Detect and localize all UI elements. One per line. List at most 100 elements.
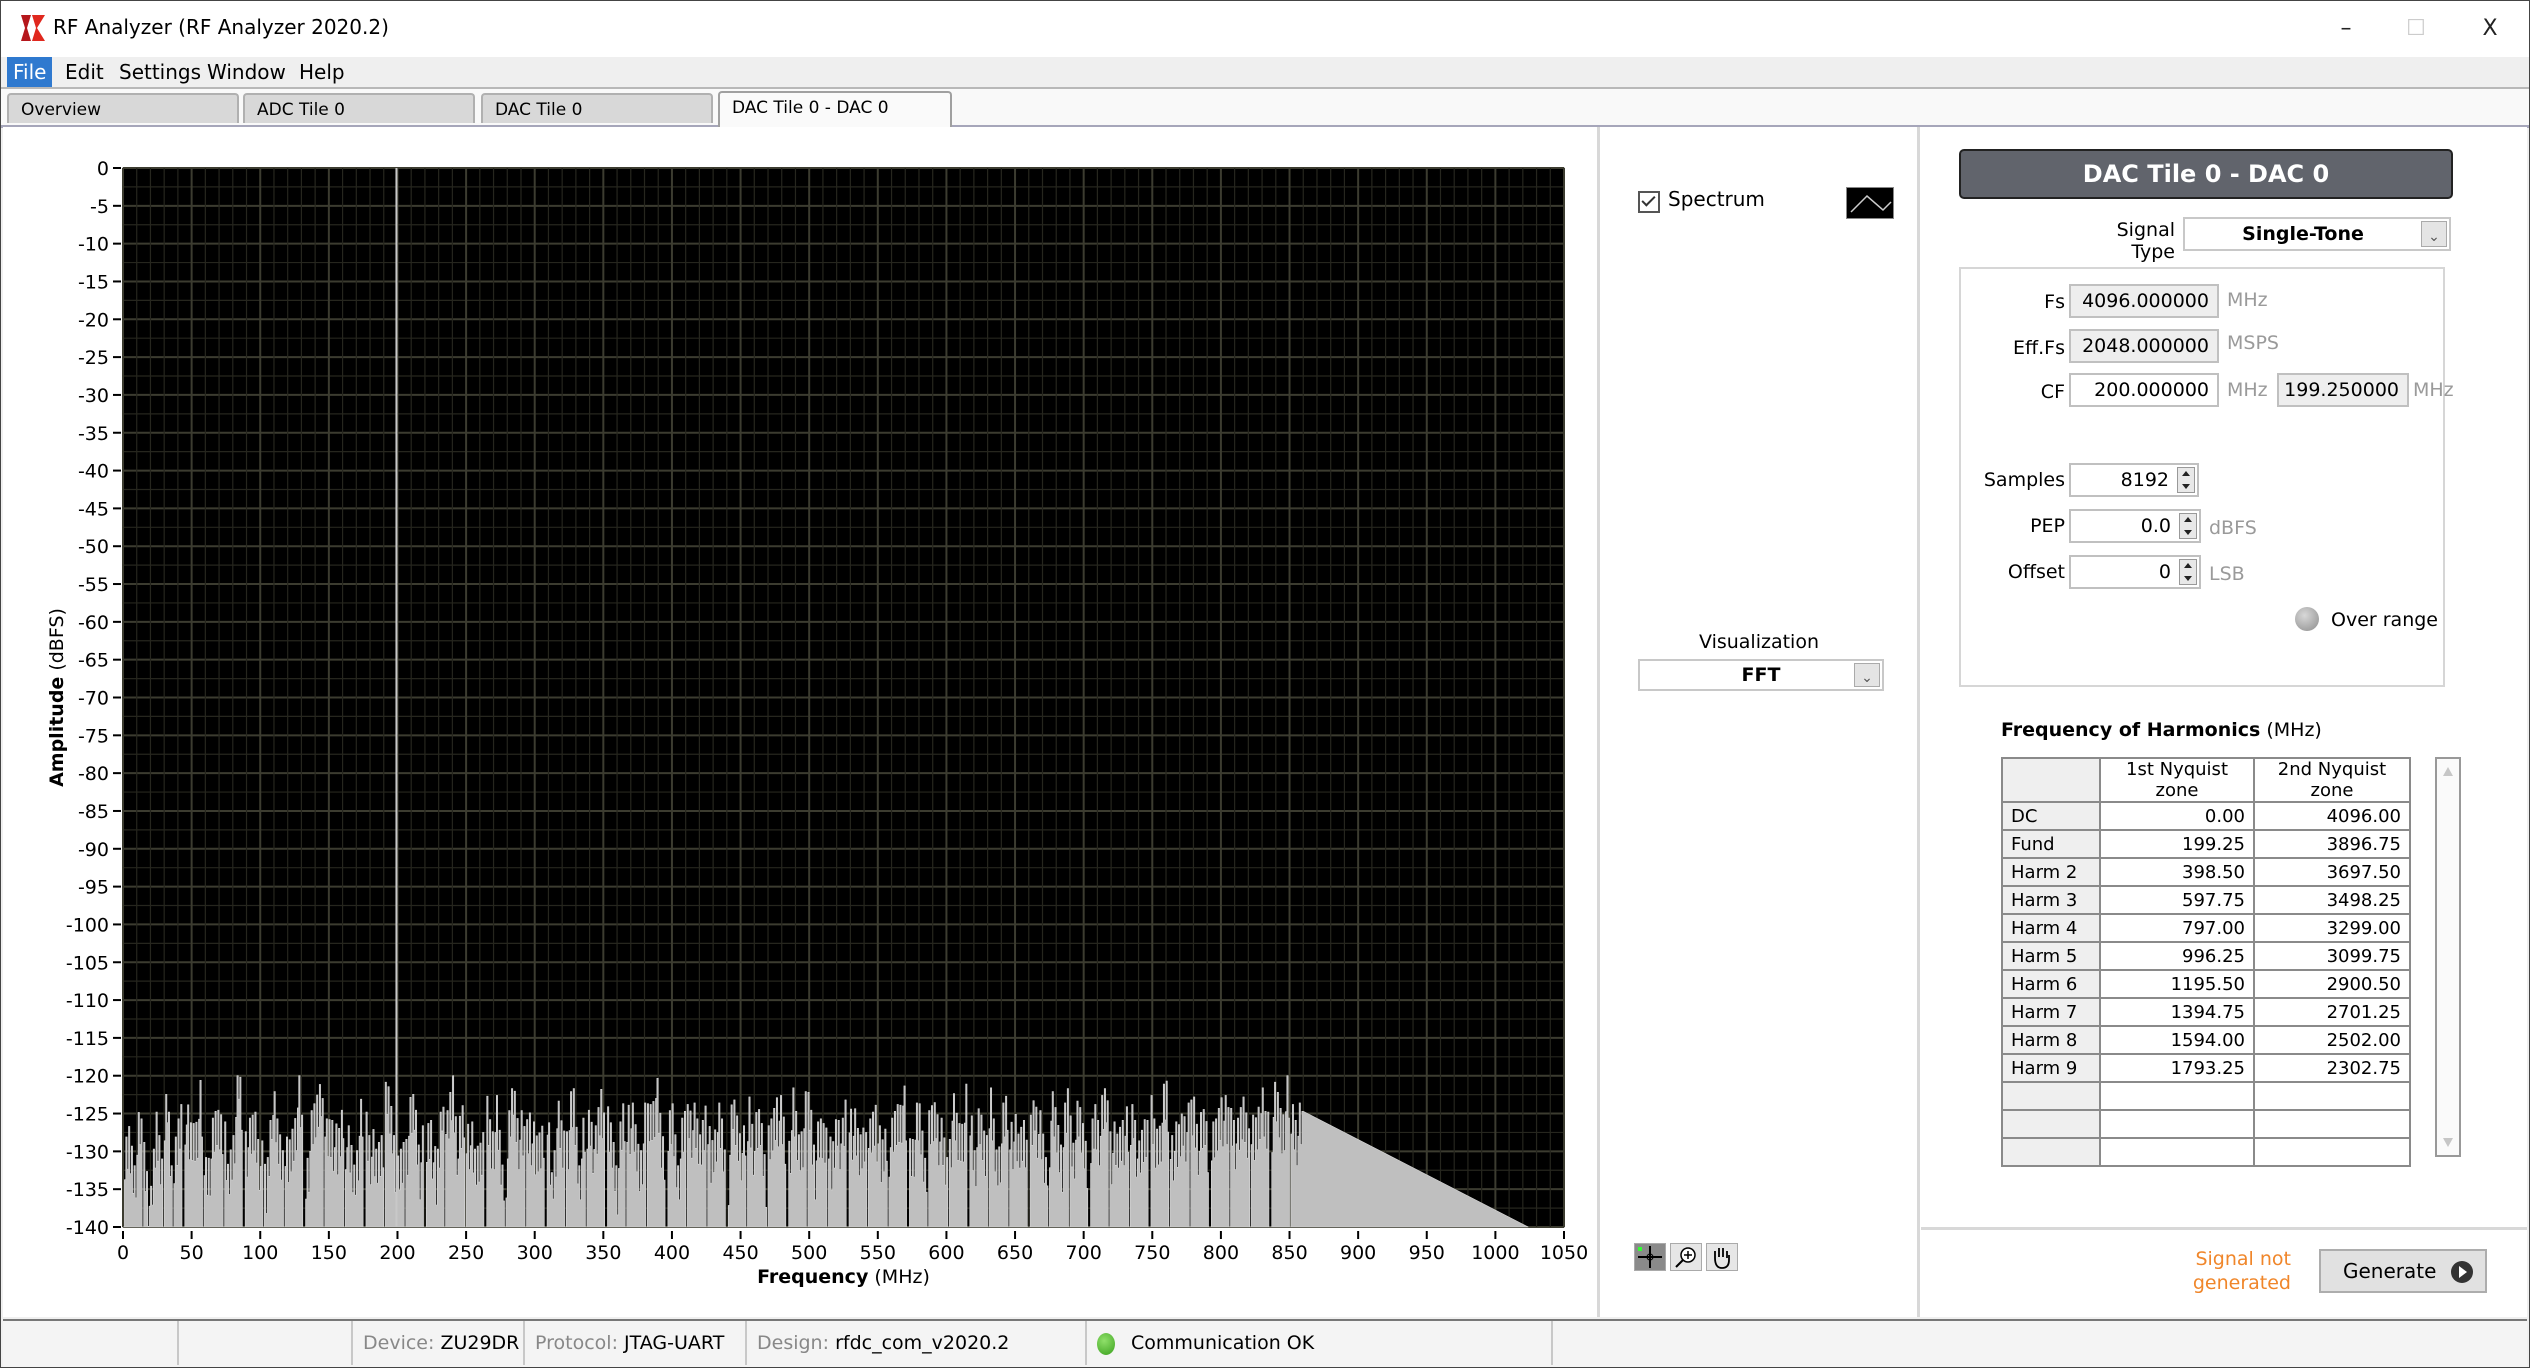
harmonics-scrollbar[interactable] [2435,757,2461,1157]
nyquist-2-value [2253,1109,2411,1139]
spectrum-legend-swatch[interactable] [1846,187,1894,219]
harmonics-column-header: 1st Nyquist zone [2099,757,2255,803]
x-tick-label: 200 [379,1242,415,1264]
signal-type-select[interactable]: Single-Tone ⌄ [2183,217,2451,251]
offset-spinner[interactable] [2179,559,2197,585]
y-tick-label: -20 [78,309,109,331]
pep-value: 0.0 [2140,515,2171,537]
y-tick-label: -70 [78,688,109,710]
tab-dac-tile-0[interactable]: DAC Tile 0 [481,93,713,123]
harmonic-name [2001,1109,2101,1139]
zoom-tool-icon[interactable] [1670,1243,1702,1271]
spectrum-chart-svg[interactable]: 0 -5 -10 -15 -20 -25 -30 -35 -40 -45 -50 -55 -60 -65 -… [3,127,1597,1317]
harmonics-table: 1st Nyquist zone 2nd Nyquist zone DC 0.00 40… [2001,757,2411,1167]
harmonics-row: DC 0.00 4096.00 [2001,801,2411,831]
minimize-button[interactable]: – [2321,11,2371,47]
eff-fs-field: 2048.000000 [2069,329,2219,363]
y-tick-label: -95 [78,877,109,899]
app-window: RF Analyzer (RF Analyzer 2020.2) – ☐ X F… [0,0,2530,1368]
signal-type-label: Signal Type [2116,219,2175,263]
tab-content: 0 -5 -10 -15 -20 -25 -30 -35 -40 -45 -50 -55 -60 -65 -… [3,127,2527,1317]
scroll-down-icon[interactable] [2443,1138,2453,1147]
harmonics-row: Harm 8 1594.00 2502.00 [2001,1025,2411,1055]
y-tick-label: -75 [78,725,109,747]
harmonics-row [2001,1109,2411,1139]
cf-actual-unit: MHz [2413,379,2454,401]
nyquist-2-value: 2302.75 [2253,1053,2411,1083]
menu-edit[interactable]: Edit [59,57,110,87]
cf-label: CF [2040,381,2065,403]
nyquist-1-value: 398.50 [2099,857,2255,887]
close-button[interactable]: X [2465,11,2515,47]
x-tick-label: 650 [997,1242,1033,1264]
menu-help[interactable]: Help [293,57,351,87]
nyquist-1-value: 996.25 [2099,941,2255,971]
maximize-button[interactable]: ☐ [2391,11,2441,47]
menu-window[interactable]: Window [201,57,292,87]
spectrum-checkbox[interactable] [1638,191,1660,213]
cf-actual-field: 199.250000 [2277,373,2409,407]
nyquist-2-value: 3099.75 [2253,941,2411,971]
status-cell-empty [1551,1321,2527,1365]
nyquist-1-value: 1594.00 [2099,1025,2255,1055]
y-tick-label: -130 [66,1141,109,1163]
tab-overview[interactable]: Overview [7,93,239,123]
y-tick-label: -110 [66,990,109,1012]
generate-button[interactable]: Generate [2319,1249,2487,1293]
menu-bar: File Edit Settings Window Help [1,57,2529,89]
harmonics-title-unit: (MHz) [2260,719,2322,741]
offset-input[interactable]: 0 [2069,555,2201,589]
x-axis-label: Frequency (MHz) [757,1266,930,1288]
pan-tool-icon[interactable] [1706,1243,1738,1271]
offset-unit: LSB [2209,563,2245,585]
visualization-select[interactable]: FFT ⌄ [1638,659,1884,691]
y-tick-label: -85 [78,801,109,823]
tab-adc-tile-0[interactable]: ADC Tile 0 [243,93,475,123]
y-tick-label: -100 [66,914,109,936]
harmonics-title-text: Frequency of Harmonics [2001,719,2261,741]
pep-label: PEP [2030,515,2065,537]
pep-spinner[interactable] [2179,513,2197,539]
y-axis-ticks: 0 -5 -10 -15 -20 -25 -30 -35 -40 -45 -50 -55 -60 -65 -… [66,158,121,1239]
protocol-value: JTAG-UART [624,1332,725,1354]
y-tick-label: -10 [78,234,109,256]
xilinx-logo-icon [21,15,45,41]
status-cell-empty [177,1321,351,1365]
y-tick-label: -115 [66,1028,109,1050]
status-device: Device: ZU29DR [351,1321,523,1365]
samples-value: 8192 [2120,469,2169,491]
nyquist-2-value: 3697.50 [2253,857,2411,887]
cf-input[interactable]: 200.000000 [2069,373,2219,407]
harmonics-row [2001,1137,2411,1167]
fs-unit: MHz [2227,289,2268,311]
pep-input[interactable]: 0.0 [2069,509,2201,543]
harmonics-row: Harm 2 398.50 3697.50 [2001,857,2411,887]
pep-unit: dBFS [2209,517,2257,539]
x-tick-label: 850 [1271,1242,1307,1264]
menu-settings[interactable]: Settings [113,57,207,87]
samples-input[interactable]: 8192 [2069,463,2199,497]
line-style-icon [1850,194,1892,213]
x-tick-label: 50 [180,1242,204,1264]
nyquist-1-value [2099,1081,2255,1111]
x-tick-label: 450 [722,1242,758,1264]
play-icon [2451,1261,2473,1283]
scroll-up-icon[interactable] [2443,767,2453,776]
y-tick-label: -140 [66,1217,109,1239]
nyquist-1-value: 1195.50 [2099,969,2255,999]
fs-field: 4096.000000 [2069,284,2219,318]
harmonic-name: Harm 8 [2001,1025,2101,1055]
x-tick-label: 550 [860,1242,896,1264]
dac-panel-header: DAC Tile 0 - DAC 0 [1959,149,2453,199]
y-axis-label-name: Amplitude [46,677,68,787]
samples-spinner[interactable] [2177,467,2195,493]
visualization-label: Visualization [1698,631,1819,653]
menu-file[interactable]: File [7,57,53,87]
status-design: Design: rfdc_com_v2020.2 [745,1321,1085,1365]
y-tick-label: -35 [78,423,109,445]
nyquist-2-value: 4096.00 [2253,801,2411,831]
tab-dac-tile-0-dac-0[interactable]: DAC Tile 0 - DAC 0 [718,91,952,127]
harmonics-row: Harm 4 797.00 3299.00 [2001,913,2411,943]
harmonics-header-row: 1st Nyquist zone 2nd Nyquist zone [2001,757,2411,803]
cursor-tool-icon[interactable] [1634,1243,1666,1271]
